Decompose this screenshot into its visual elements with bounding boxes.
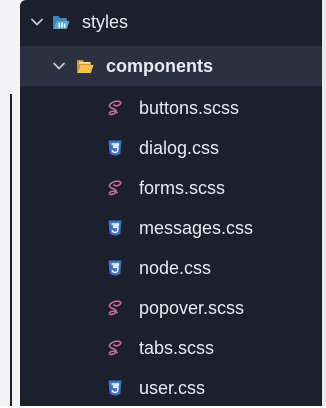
folder-open-yellow-icon: [77, 59, 94, 73]
file-name: buttons.scss: [139, 97, 240, 118]
sass-icon: [108, 300, 122, 316]
file-item[interactable]: messages.css: [20, 208, 322, 248]
file-item[interactable]: dialog.css: [20, 128, 322, 168]
folder-name-components: components: [106, 55, 214, 76]
css3-icon: [108, 140, 122, 156]
sass-icon: [108, 340, 122, 356]
sass-icon: [108, 180, 122, 196]
css3-icon: [108, 220, 122, 236]
file-name: forms.scss: [139, 177, 226, 198]
tree-folder-styles[interactable]: styles: [20, 2, 322, 42]
file-name: messages.css: [139, 217, 254, 238]
file-item[interactable]: tabs.scss: [20, 328, 322, 368]
chevron-down-icon[interactable]: [30, 15, 44, 29]
file-name: popover.scss: [139, 297, 245, 318]
folder-open-blue-icon: [53, 15, 70, 29]
file-item[interactable]: user.css: [20, 368, 322, 408]
css3-icon: [108, 380, 122, 396]
file-item[interactable]: node.css: [20, 248, 322, 288]
file-name: tabs.scss: [139, 337, 215, 358]
file-explorer-panel: styles components buttons.scss dialog.cs…: [20, 0, 322, 406]
file-item[interactable]: popover.scss: [20, 288, 322, 328]
sass-icon: [108, 100, 122, 116]
folder-name-styles: styles: [82, 11, 129, 32]
file-name: node.css: [139, 257, 212, 278]
chevron-down-icon[interactable]: [52, 59, 66, 73]
css3-icon: [108, 260, 122, 276]
file-item[interactable]: forms.scss: [20, 168, 322, 208]
background-window-edge-right: [322, 0, 326, 406]
tree-folder-components[interactable]: components: [20, 46, 322, 86]
file-name: user.css: [139, 377, 206, 398]
file-item[interactable]: buttons.scss: [20, 88, 322, 128]
background-window-border: [10, 94, 12, 406]
file-name: dialog.css: [139, 137, 220, 158]
